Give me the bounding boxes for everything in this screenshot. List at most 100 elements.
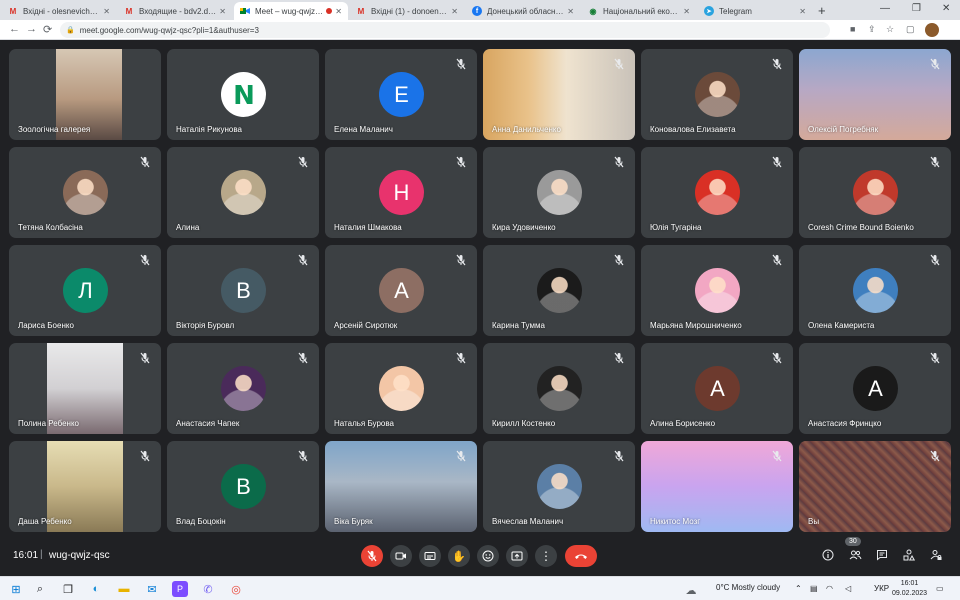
- participant-tile[interactable]: Кирилл Костенко: [483, 343, 635, 434]
- back-icon[interactable]: ←: [9, 23, 20, 35]
- participant-tile[interactable]: Никитос Мозг: [641, 441, 793, 532]
- app-p-icon[interactable]: P: [172, 581, 188, 597]
- tab-national-center[interactable]: ◉ Національний еколого-натур ✕: [582, 2, 696, 20]
- microphone-button[interactable]: [361, 545, 383, 567]
- participant-tile[interactable]: Віка Буряк: [325, 441, 477, 532]
- participant-tile[interactable]: H Наталия Шмакова: [325, 147, 477, 238]
- close-icon[interactable]: ✕: [335, 7, 342, 16]
- participant-avatar: [537, 464, 582, 509]
- participant-tile[interactable]: Анна Данильченко: [483, 49, 635, 140]
- activities-button[interactable]: [901, 547, 917, 563]
- task-view-icon[interactable]: ❐: [60, 581, 76, 597]
- participant-tile[interactable]: B Вікторія Буровл: [167, 245, 319, 336]
- participant-avatar: B: [221, 268, 266, 313]
- people-button[interactable]: [847, 547, 863, 563]
- mic-off-icon: [455, 449, 467, 462]
- camera-indicator-icon[interactable]: ■: [850, 24, 855, 34]
- present-button[interactable]: [506, 545, 528, 567]
- leave-call-button[interactable]: [565, 545, 597, 567]
- tab-telegram[interactable]: ➤ Telegram ✕: [698, 2, 812, 20]
- close-icon[interactable]: ✕: [567, 7, 574, 16]
- tab-gmail-inbox-2[interactable]: M Входящие - bdv2.doenc@gmail.com ✕: [118, 2, 232, 20]
- volume-icon[interactable]: ◁: [845, 584, 851, 593]
- chrome-icon[interactable]: ◎: [228, 581, 244, 597]
- participant-tile[interactable]: Вы: [799, 441, 951, 532]
- participant-tile[interactable]: Вячеслав Маланич: [483, 441, 635, 532]
- participant-tile[interactable]: Анастасия Чапек: [167, 343, 319, 434]
- participant-tile[interactable]: Полина Ребенко: [9, 343, 161, 434]
- close-icon[interactable]: ✕: [219, 7, 226, 16]
- tray-overflow-icon[interactable]: ⌃: [795, 584, 802, 593]
- close-icon[interactable]: ✕: [103, 7, 110, 16]
- chat-button[interactable]: [874, 547, 890, 563]
- participant-avatar: H: [379, 170, 424, 215]
- participant-tile[interactable]: Кира Удовиченко: [483, 147, 635, 238]
- participant-tile[interactable]: Л Лариса Боенко: [9, 245, 161, 336]
- share-icon[interactable]: ⇪: [868, 24, 876, 35]
- participant-name: Никитос Мозг: [650, 517, 701, 526]
- mic-off-icon: [771, 449, 783, 462]
- participant-avatar: Л: [63, 268, 108, 313]
- host-controls-button[interactable]: [928, 547, 944, 563]
- participant-avatar: A: [695, 366, 740, 411]
- language-indicator[interactable]: УКР: [874, 584, 889, 593]
- participant-tile[interactable]: Юлія Тугаріна: [641, 147, 793, 238]
- tab-meet[interactable]: Meet – wug-qwjz-qsc ✕: [234, 2, 348, 20]
- participant-tile[interactable]: Олексій Погребняк: [799, 49, 951, 140]
- minimize-icon[interactable]: —: [880, 3, 890, 14]
- participant-tile[interactable]: N Наталія Рикунова: [167, 49, 319, 140]
- participant-tile[interactable]: Коновалова Елизавета: [641, 49, 793, 140]
- profile-avatar[interactable]: [925, 23, 939, 37]
- more-options-button[interactable]: ⋮: [535, 545, 557, 567]
- meeting-details-button[interactable]: [820, 547, 836, 563]
- weather-text[interactable]: 0°C Mostly cloudy: [716, 583, 780, 592]
- mic-off-icon: [139, 449, 151, 462]
- lock-icon: 🔒: [66, 27, 75, 34]
- participant-tile[interactable]: Марьяна Мирошниченко: [641, 245, 793, 336]
- camera-button[interactable]: [390, 545, 412, 567]
- close-icon[interactable]: ✕: [451, 7, 458, 16]
- participant-tile[interactable]: A Анастасия Фринцко: [799, 343, 951, 434]
- participant-grid: Зоологічна галерея N Наталія Рикунова E Елен…: [0, 40, 960, 536]
- tab-facebook[interactable]: f Донецький обласний еколого ✕: [466, 2, 580, 20]
- participant-tile[interactable]: A Арсеній Сиротюк: [325, 245, 477, 336]
- forward-icon[interactable]: →: [26, 23, 37, 35]
- new-tab-button[interactable]: +: [818, 3, 826, 18]
- participant-tile[interactable]: Даша Ребенко: [9, 441, 161, 532]
- participant-name: Анна Данильченко: [492, 125, 561, 134]
- reactions-button[interactable]: [477, 545, 499, 567]
- participant-tile[interactable]: Олена Камериста: [799, 245, 951, 336]
- maximize-icon[interactable]: ❐: [912, 3, 921, 14]
- participant-tile[interactable]: Наталья Бурова: [325, 343, 477, 434]
- participant-tile[interactable]: E Елена Маланич: [325, 49, 477, 140]
- close-icon[interactable]: ✕: [683, 7, 690, 16]
- edge-icon[interactable]: ◐: [88, 581, 104, 597]
- system-clock[interactable]: 16:01 09.02.2023: [892, 579, 927, 599]
- bookmark-star-icon[interactable]: ☆: [886, 24, 894, 35]
- viber-icon[interactable]: ✆: [200, 581, 216, 597]
- url-field[interactable]: 🔒 meet.google.com/wug-qwjz-qsc?pli=1&aut…: [60, 22, 830, 38]
- captions-button[interactable]: [419, 545, 441, 567]
- wifi-icon[interactable]: ◠: [826, 584, 833, 593]
- mail-icon[interactable]: ✉: [144, 581, 160, 597]
- participant-tile[interactable]: Coresh Crime Bound Boienko: [799, 147, 951, 238]
- close-icon[interactable]: ✕: [799, 7, 806, 16]
- participant-tile[interactable]: Зоологічна галерея: [9, 49, 161, 140]
- network-icon[interactable]: ▤: [810, 584, 818, 593]
- raise-hand-button[interactable]: ✋: [448, 545, 470, 567]
- participant-tile[interactable]: B Влад Боцокін: [167, 441, 319, 532]
- notifications-icon[interactable]: ▭: [936, 584, 944, 593]
- participant-avatar: [221, 170, 266, 215]
- participant-tile[interactable]: A Алина Борисенко: [641, 343, 793, 434]
- participant-tile[interactable]: Тетяна Колбасіна: [9, 147, 161, 238]
- side-panel-icon[interactable]: ▢: [906, 24, 915, 35]
- close-window-icon[interactable]: ✕: [942, 3, 950, 14]
- participant-tile[interactable]: Карина Тумма: [483, 245, 635, 336]
- start-icon[interactable]: ⊞: [8, 581, 24, 597]
- file-explorer-icon[interactable]: ▬: [116, 581, 132, 597]
- search-icon[interactable]: ⌕: [32, 581, 48, 597]
- participant-tile[interactable]: Алина: [167, 147, 319, 238]
- tab-gmail-inbox-1[interactable]: M Вхідні - olesnevich88a@gmail.com ✕: [2, 2, 116, 20]
- reload-icon[interactable]: ⟳: [43, 23, 52, 36]
- tab-gmail-inbox-3[interactable]: M Вхідні (1) - donoenc@gmail.com ✕: [350, 2, 464, 20]
